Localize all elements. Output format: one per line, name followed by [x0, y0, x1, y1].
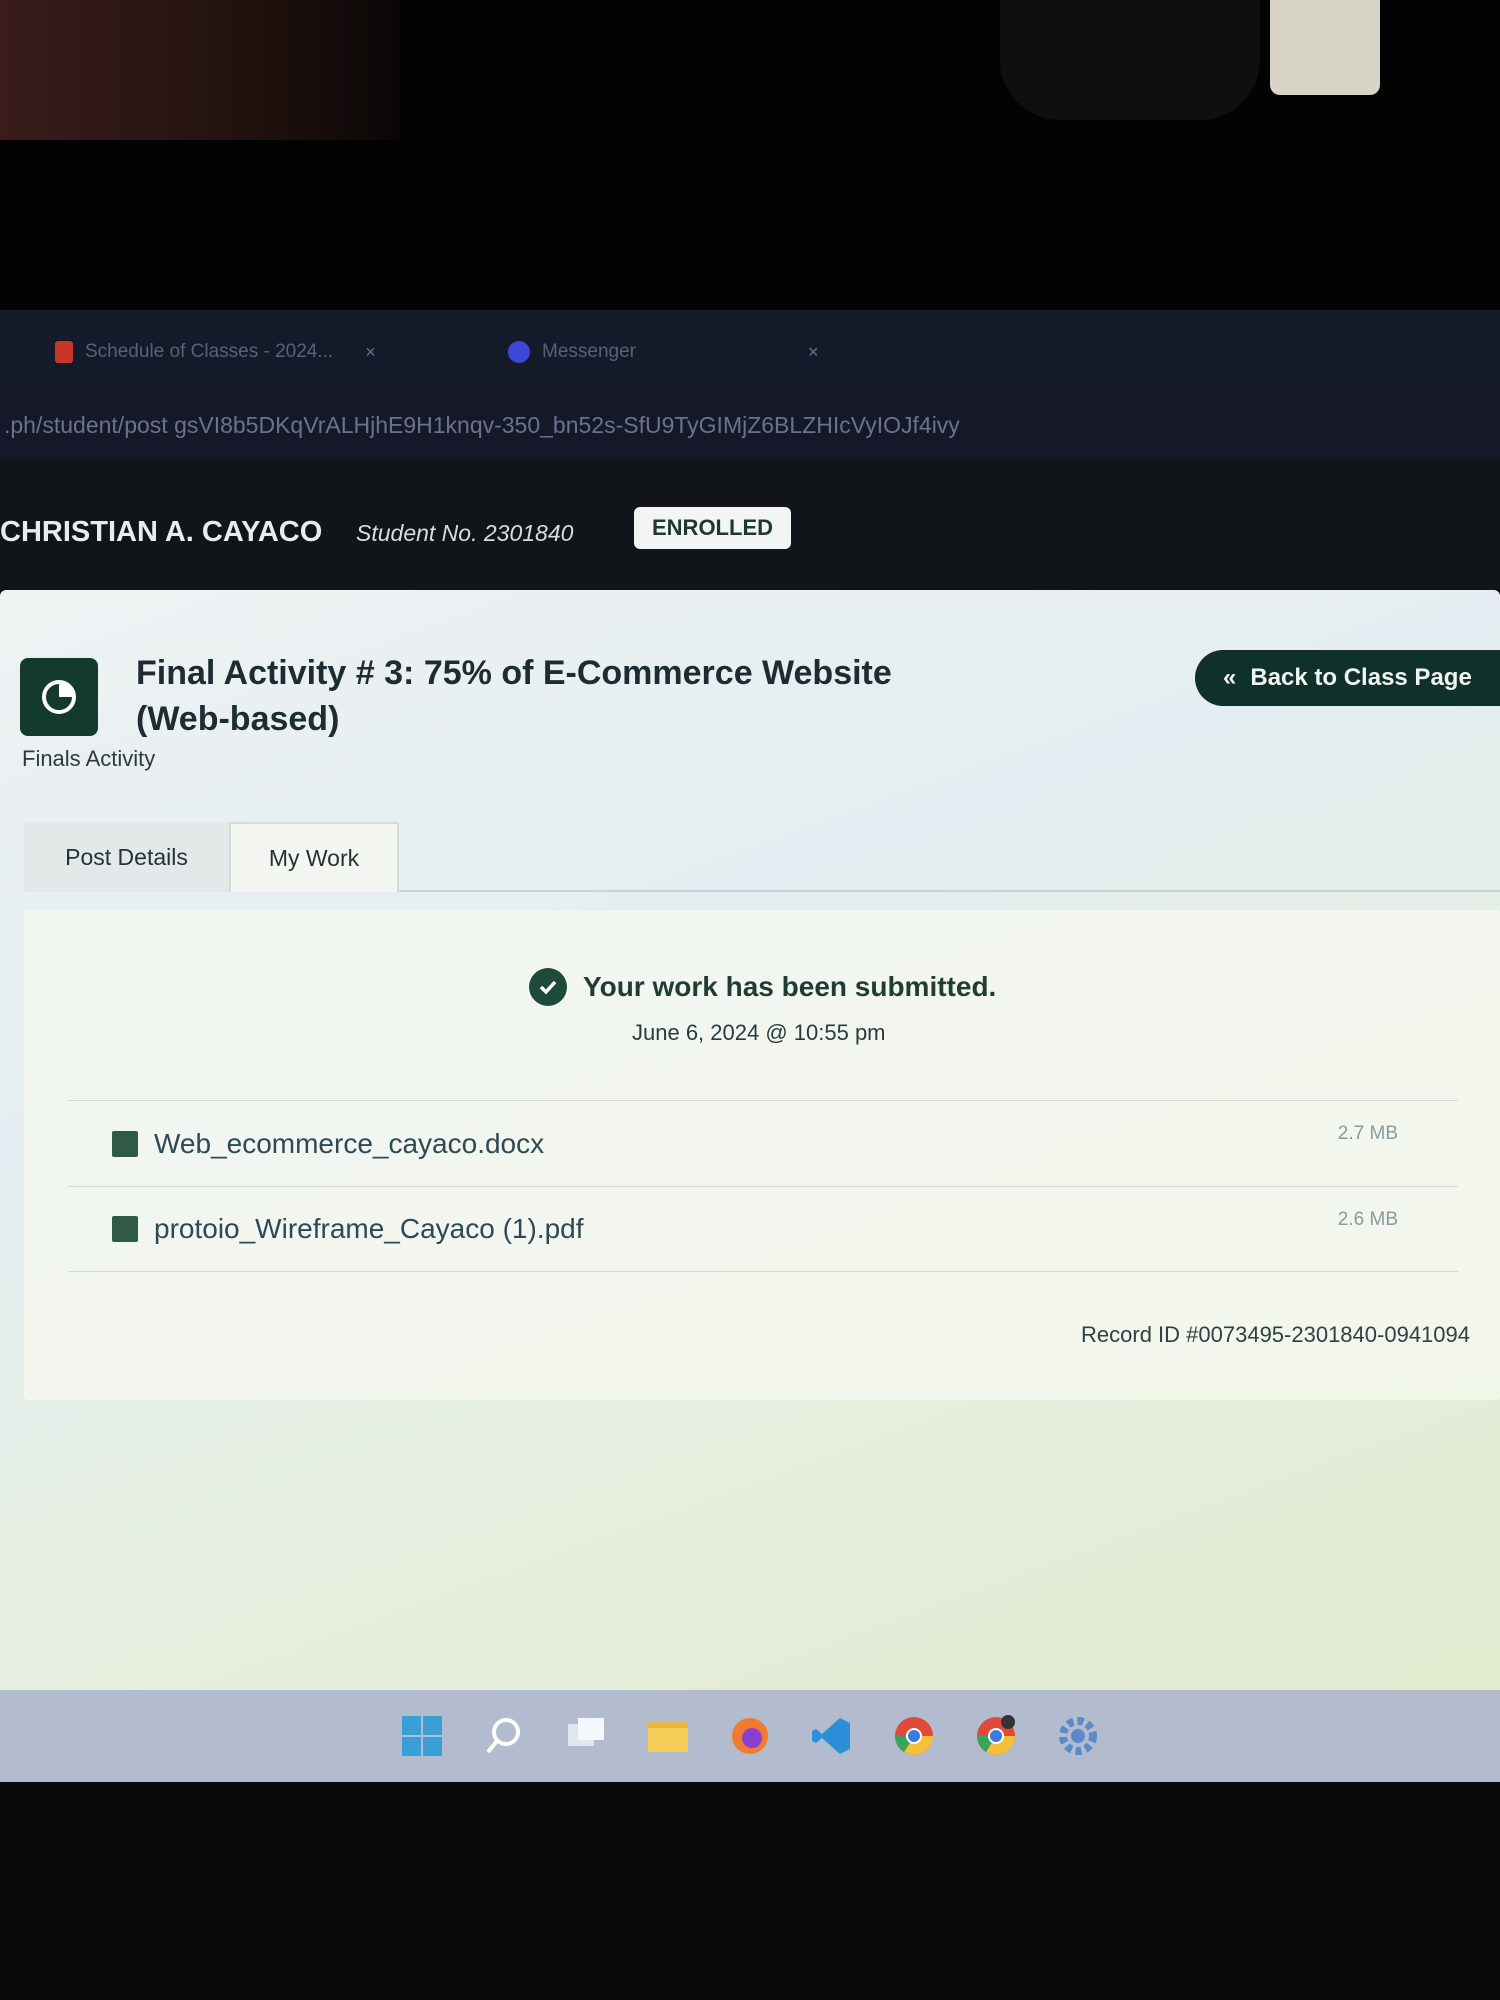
student-header: CHRISTIAN A. CAYACO Student No. 2301840 …	[0, 460, 1500, 590]
close-icon[interactable]: ×	[808, 342, 819, 363]
status-badge: ENROLLED	[634, 507, 791, 549]
browser-tab-label: Messenger	[542, 341, 636, 362]
double-chevron-left-icon: «	[1223, 664, 1237, 691]
browser-tabbar: Schedule of Classes - 2024... × Messenge…	[0, 310, 1500, 390]
firefox-icon[interactable]	[726, 1712, 774, 1760]
windows-taskbar	[0, 1690, 1500, 1782]
background-shadow	[1000, 0, 1260, 120]
chrome-icon[interactable]	[890, 1712, 938, 1760]
record-id: Record ID #0073495-2301840-0941094	[1081, 1322, 1470, 1347]
laptop-bezel	[0, 1782, 1500, 2000]
browser-tab-messenger[interactable]: Messenger ×	[508, 332, 819, 372]
file-icon	[112, 1130, 138, 1157]
submission-status: Your work has been submitted.	[529, 968, 996, 1006]
activity-icon	[20, 658, 98, 736]
messenger-icon	[508, 341, 530, 363]
tab-post-details[interactable]: Post Details	[24, 822, 229, 892]
back-to-class-button[interactable]: « Back to Class Page	[1195, 650, 1500, 706]
browser-address-bar[interactable]: .ph/student/post gsVI8b5DKqVrALHjhE9H1kn…	[0, 390, 1500, 460]
windows-start-icon[interactable]	[398, 1712, 446, 1760]
browser-tab-schedule[interactable]: Schedule of Classes - 2024... ×	[55, 332, 376, 372]
submission-date: June 6, 2024 @ 10:55 pm	[632, 1020, 886, 1045]
file-name[interactable]: Web_ecommerce_cayaco.docx	[154, 1128, 544, 1160]
activity-subtitle: Finals Activity	[22, 746, 156, 771]
settings-icon[interactable]	[1054, 1712, 1102, 1760]
background-curtain	[0, 0, 400, 140]
pie-clock-icon	[42, 680, 76, 714]
background-room	[0, 0, 1500, 310]
activity-tabs: Post Details My Work	[24, 822, 1500, 892]
search-icon[interactable]	[480, 1712, 528, 1760]
student-name: CHRISTIAN A. CAYACO	[0, 516, 323, 548]
activity-title: Final Activity # 3: 75% of E-Commerce We…	[136, 654, 892, 738]
file-size: 2.6 MB	[1337, 1209, 1398, 1230]
file-name[interactable]: protoio_Wireframe_Cayaco (1).pdf	[154, 1213, 584, 1245]
vscode-icon[interactable]	[808, 1712, 856, 1760]
browser-tab-label: Schedule of Classes - 2024...	[85, 341, 334, 362]
submission-message: Your work has been submitted.	[583, 971, 997, 1002]
file-row[interactable]: protoio_Wireframe_Cayaco (1).pdf 2.6 MB	[68, 1186, 1458, 1272]
task-view-icon[interactable]	[562, 1712, 610, 1760]
main-content: Final Activity # 3: 75% of E-Commerce We…	[0, 590, 1500, 1690]
file-icon	[112, 1216, 138, 1242]
my-work-panel: Your work has been submitted. June 6, 20…	[24, 910, 1500, 1400]
file-row[interactable]: Web_ecommerce_cayaco.docx 2.7 MB	[68, 1100, 1458, 1186]
close-icon[interactable]: ×	[365, 342, 376, 363]
background-light	[1270, 0, 1380, 95]
file-size: 2.7 MB	[1337, 1123, 1398, 1144]
acrobat-icon	[55, 341, 73, 363]
back-button-label: Back to Class Page	[1250, 664, 1472, 691]
student-number: Student No. 2301840	[356, 520, 574, 546]
chrome-profile-icon[interactable]	[972, 1712, 1020, 1760]
url-text[interactable]: .ph/student/post gsVI8b5DKqVrALHjhE9H1kn…	[0, 412, 1100, 439]
tab-my-work[interactable]: My Work	[229, 822, 399, 892]
check-circle-icon	[529, 968, 567, 1006]
file-explorer-icon[interactable]	[644, 1712, 692, 1760]
